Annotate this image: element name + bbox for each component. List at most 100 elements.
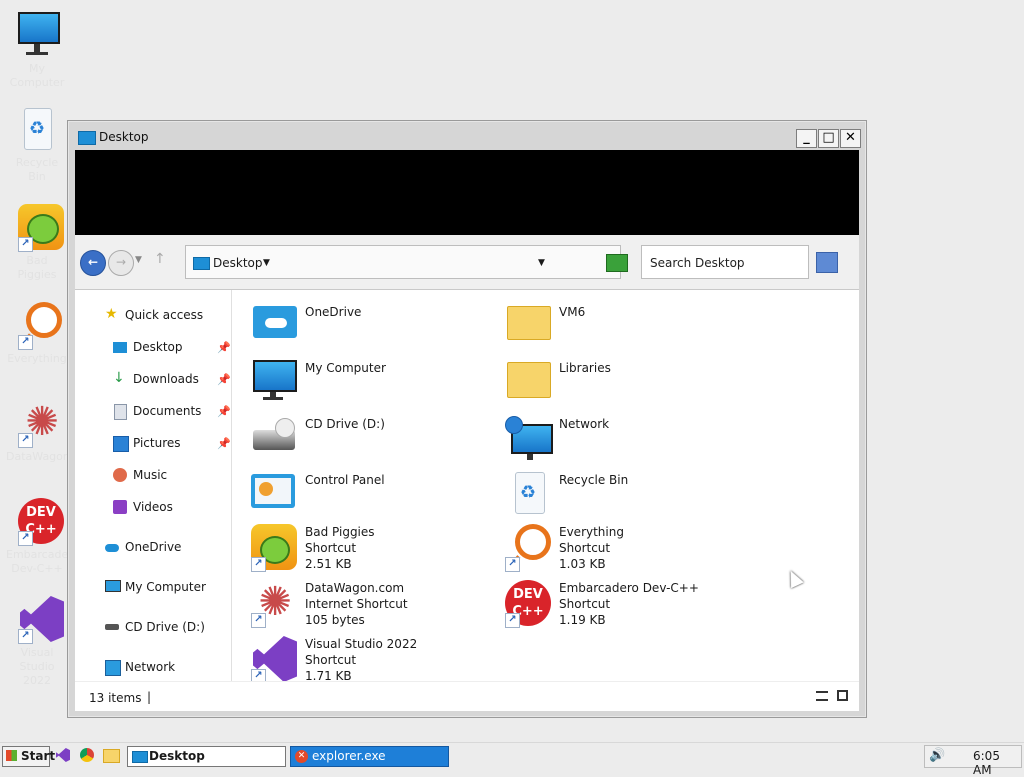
- navigation-pane: ★ Quick access Desktop 📌 ↓ Downloads 📌 D…: [75, 290, 232, 681]
- navigation-bar: ← → ▼ ↑ Desktop ▼ ▼ Search Desktop: [75, 235, 859, 290]
- nav-music[interactable]: Music: [113, 465, 231, 485]
- desktop-icon-datawagon[interactable]: ✺ ↗ DataWagon: [6, 398, 70, 464]
- videos-icon: [113, 500, 127, 514]
- desktop-icon-label: My Computer: [9, 62, 65, 89]
- item-name: Bad Piggies: [305, 525, 375, 539]
- nav-quick-access[interactable]: ★ Quick access: [105, 305, 225, 325]
- nav-label: My Computer: [125, 580, 206, 594]
- item-size: 1.03 KB: [559, 557, 606, 571]
- recent-locations-icon[interactable]: ▼: [135, 255, 142, 265]
- task-explorer-exe[interactable]: ✕ explorer.exe: [290, 746, 449, 767]
- nav-pictures[interactable]: Pictures 📌: [113, 433, 231, 453]
- nav-cd-drive[interactable]: CD Drive (D:): [105, 617, 231, 637]
- chrome-quicklaunch-icon[interactable]: [80, 748, 94, 762]
- search-input[interactable]: Search Desktop: [641, 245, 809, 279]
- clock[interactable]: 6:05 AM: [973, 749, 1021, 777]
- task-desktop[interactable]: Desktop: [127, 746, 286, 767]
- close-button[interactable]: ✕: [840, 129, 861, 148]
- chevron-down-icon[interactable]: ▼: [263, 258, 270, 268]
- shortcut-arrow-icon: ↗: [18, 629, 33, 644]
- everything-search-icon: ↗: [12, 300, 62, 350]
- recycle-bin-icon: ♻: [12, 104, 62, 154]
- item-type: Internet Shortcut: [305, 597, 408, 611]
- shortcut-arrow-icon: ↗: [251, 613, 266, 628]
- dev-cpp-icon: DEV C++ ↗: [505, 580, 553, 628]
- item-size: 105 bytes: [305, 613, 365, 627]
- maximize-button[interactable]: □: [818, 129, 839, 148]
- nav-label: Pictures: [133, 436, 181, 450]
- volume-icon[interactable]: 🔊: [929, 748, 945, 763]
- item-datawagon[interactable]: ✺ ↗ DataWagon.com Internet Shortcut 105 …: [251, 580, 501, 632]
- desktop-icon-visual-studio[interactable]: ↗ Visual Studio 2022: [6, 594, 68, 688]
- nav-videos[interactable]: Videos: [113, 497, 231, 517]
- item-my-computer[interactable]: My Computer: [251, 360, 501, 412]
- visual-studio-icon: ↗: [12, 594, 64, 644]
- large-icons-view-icon[interactable]: [837, 690, 848, 701]
- item-size: 2.51 KB: [305, 557, 352, 571]
- folder-icon: [132, 751, 148, 763]
- forward-arrow-icon[interactable]: →: [108, 250, 134, 276]
- start-button[interactable]: Start: [2, 746, 55, 767]
- nav-label: Music: [133, 468, 168, 482]
- nav-label: Documents: [133, 404, 202, 418]
- drive-icon: [105, 624, 119, 630]
- bad-piggies-icon: ↗: [251, 524, 299, 572]
- refresh-icon[interactable]: [606, 254, 628, 272]
- pin-icon: 📌: [217, 341, 231, 354]
- item-onedrive[interactable]: OneDrive: [251, 304, 501, 356]
- item-network[interactable]: Network: [505, 416, 755, 468]
- item-type: Shortcut: [305, 541, 357, 555]
- document-icon: [114, 404, 127, 420]
- item-recycle-bin[interactable]: ♻ Recycle Bin: [505, 472, 755, 524]
- task-label: Desktop: [149, 749, 205, 763]
- item-name: Recycle Bin: [559, 473, 629, 487]
- item-type: Shortcut: [305, 653, 357, 667]
- status-separator: |: [147, 690, 152, 704]
- details-view-icon[interactable]: [816, 691, 828, 701]
- item-control-panel[interactable]: Control Panel: [251, 472, 501, 524]
- minimize-button[interactable]: _: [796, 129, 817, 148]
- music-icon: [113, 468, 127, 482]
- nav-my-computer[interactable]: My Computer: [105, 577, 231, 597]
- nav-downloads[interactable]: ↓ Downloads 📌: [113, 369, 231, 389]
- desktop-folder-icon: [113, 342, 127, 353]
- up-arrow-icon[interactable]: ↑: [154, 251, 166, 267]
- nav-label: Network: [125, 660, 176, 674]
- title-bar[interactable]: Desktop _ □ ✕: [72, 125, 862, 149]
- start-label: Start: [21, 749, 56, 763]
- desktop-icon-dev-cpp[interactable]: DEV C++ ↗ Embarcadero Dev-C++: [6, 496, 79, 576]
- shortcut-arrow-icon: ↗: [18, 433, 33, 448]
- control-panel-icon: [251, 472, 299, 520]
- address-dropdown-icon[interactable]: ▼: [538, 258, 545, 268]
- explorer-quicklaunch-icon[interactable]: [103, 749, 120, 763]
- nav-onedrive[interactable]: OneDrive: [105, 537, 231, 557]
- content-area: ★ Quick access Desktop 📌 ↓ Downloads 📌 D…: [75, 290, 859, 684]
- item-vm6[interactable]: VM6: [505, 304, 755, 356]
- item-name: OneDrive: [305, 305, 362, 319]
- visual-studio-icon: ↗: [251, 636, 299, 684]
- search-icon[interactable]: [816, 252, 838, 273]
- desktop-icon-label: Visual Studio 2022: [19, 646, 55, 687]
- nav-desktop[interactable]: Desktop 📌: [113, 337, 231, 357]
- address-text: Desktop: [213, 256, 263, 270]
- item-dev-cpp[interactable]: DEV C++ ↗ Embarcadero Dev-C++ Shortcut 1.…: [505, 580, 755, 632]
- item-cd-drive[interactable]: CD Drive (D:): [251, 416, 501, 468]
- item-bad-piggies[interactable]: ↗ Bad Piggies Shortcut 2.51 KB: [251, 524, 501, 576]
- desktop-icon-everything[interactable]: ↗ Everything: [6, 300, 68, 366]
- nav-documents[interactable]: Documents 📌: [113, 401, 231, 421]
- nav-label: OneDrive: [125, 540, 182, 554]
- desktop-icon-my-computer[interactable]: My Computer: [6, 10, 68, 90]
- item-name: DataWagon.com: [305, 581, 405, 595]
- desktop-icon-recycle-bin[interactable]: ♻ Recycle Bin: [6, 104, 68, 184]
- desktop-icon-bad-piggies[interactable]: ↗ Bad Piggies: [6, 202, 68, 282]
- back-arrow-icon[interactable]: ←: [80, 250, 106, 276]
- visual-studio-quicklaunch-icon[interactable]: [56, 748, 70, 762]
- shortcut-arrow-icon: ↗: [251, 557, 266, 572]
- item-libraries[interactable]: Libraries: [505, 360, 755, 412]
- nav-network[interactable]: Network: [105, 657, 231, 677]
- pictures-icon: [113, 436, 129, 452]
- item-name: VM6: [559, 305, 586, 319]
- item-name: Embarcadero Dev-C++: [559, 581, 699, 595]
- address-bar[interactable]: Desktop ▼ ▼: [185, 245, 621, 279]
- item-everything[interactable]: ↗ Everything Shortcut 1.03 KB: [505, 524, 755, 576]
